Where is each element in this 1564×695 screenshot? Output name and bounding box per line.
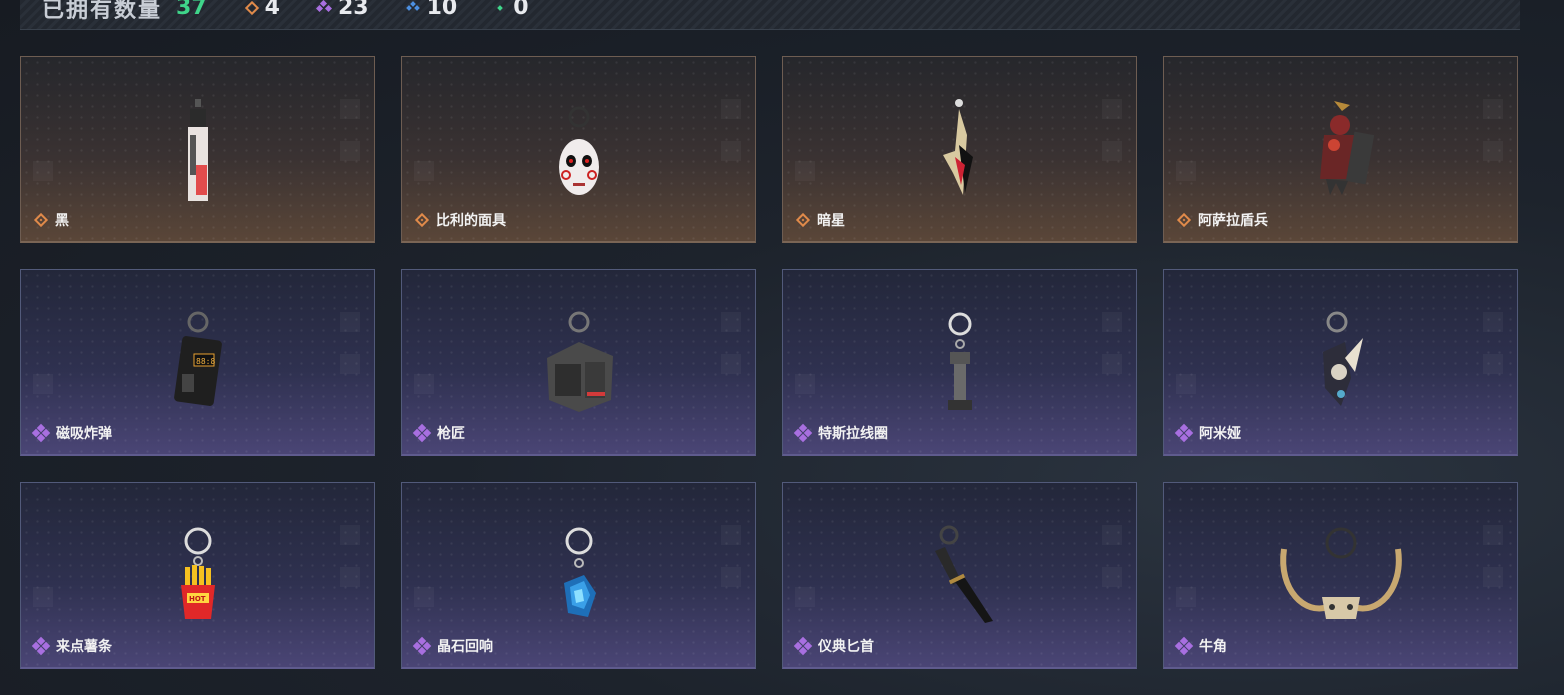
item-name: 牛角 (1199, 639, 1227, 655)
gold-diamond-icon (244, 0, 259, 15)
item-card[interactable]: 黑 (20, 56, 375, 243)
item-label: 仪典匕首 (793, 636, 874, 656)
item-card[interactable]: 特斯拉线圈 (782, 269, 1137, 456)
item-label: 阿米娅 (1174, 423, 1241, 443)
bull-horn-pendant-icon (1279, 527, 1402, 619)
svg-text:HOT: HOT (189, 595, 206, 603)
purple-rarity-icon (793, 636, 813, 656)
gunsmith-case-icon (546, 311, 613, 412)
stat-blue: 10 (405, 0, 458, 20)
dark-star-pendant-icon (942, 99, 973, 195)
purple-rarity-icon (1174, 423, 1194, 443)
purple-rarity-icon (1174, 636, 1194, 656)
asala-shield-soldier-icon (1319, 101, 1374, 195)
gold-rarity-icon (1176, 212, 1192, 228)
item-name: 特斯拉线圈 (818, 426, 888, 442)
gold-rarity-icon (414, 212, 430, 228)
owned-stats-bar: 已拥有数量 37 4 23 10 0 (20, 0, 1520, 30)
stat-green: 0 (493, 0, 529, 20)
green-count: 0 (513, 0, 529, 20)
purple-rarity-icon (31, 423, 51, 443)
item-label: 黑 (33, 210, 69, 230)
item-name: 阿萨拉盾兵 (1198, 213, 1268, 229)
amiya-pendant-icon (1322, 311, 1363, 406)
purple-rarity-icon (793, 423, 813, 443)
item-card[interactable]: 枪匠 (401, 269, 756, 456)
item-card[interactable]: 阿萨拉盾兵 (1163, 56, 1518, 243)
item-name: 黑 (55, 213, 69, 229)
item-card[interactable]: 牛角 (1163, 482, 1518, 669)
item-card[interactable]: 阿米娅 (1163, 269, 1518, 456)
item-card[interactable]: 晶石回响 (401, 482, 756, 669)
owned-count-label: 已拥有数量 (42, 0, 163, 23)
item-name: 磁吸炸弹 (56, 426, 112, 442)
item-label: 比利的面具 (414, 210, 506, 230)
crystal-echo-pendant-icon (563, 527, 596, 617)
item-label: 阿萨拉盾兵 (1176, 210, 1268, 230)
french-fries-pendant-icon: HOT (180, 527, 215, 619)
tesla-coil-icon (947, 312, 972, 410)
gold-count: 4 (264, 0, 280, 20)
owned-total-count: 37 (176, 0, 207, 20)
magnetic-bomb-icon: 88:8 (173, 311, 222, 406)
black-tag-pendant-icon (187, 99, 208, 201)
item-card[interactable]: 仪典匕首 (782, 482, 1137, 669)
item-label: 来点薯条 (31, 636, 112, 656)
stat-purple: 23 (315, 0, 369, 20)
item-card[interactable]: HOT 来点薯条 (20, 482, 375, 669)
purple-rarity-icon (412, 636, 432, 656)
purple-rarity-icon (31, 636, 51, 656)
item-label: 特斯拉线圈 (793, 423, 888, 443)
svg-text:88:8: 88:8 (196, 357, 215, 366)
item-name: 比利的面具 (436, 213, 506, 229)
item-card[interactable]: 比利的面具 (401, 56, 756, 243)
blue-count: 10 (426, 0, 458, 20)
item-name: 来点薯条 (56, 639, 112, 655)
billy-mask-icon (558, 106, 599, 195)
item-name: 仪典匕首 (818, 639, 874, 655)
item-name: 晶石回响 (437, 639, 493, 655)
blue-gem-icon (405, 0, 420, 11)
purple-rarity-icon (412, 423, 432, 443)
item-label: 磁吸炸弹 (31, 423, 112, 443)
item-label: 晶石回响 (412, 636, 493, 656)
purple-count: 23 (337, 0, 369, 20)
gold-rarity-icon (795, 212, 811, 228)
item-label: 牛角 (1174, 636, 1227, 656)
item-name: 枪匠 (437, 426, 465, 442)
item-label: 暗星 (795, 210, 845, 230)
item-card[interactable]: 暗星 (782, 56, 1137, 243)
stat-gold: 4 (244, 0, 280, 20)
gold-rarity-icon (33, 212, 49, 228)
item-name: 暗星 (817, 213, 845, 229)
item-card[interactable]: 88:8 磁吸炸弹 (20, 269, 375, 456)
green-gem-icon (497, 4, 504, 11)
purple-gem-icon (315, 0, 332, 12)
item-label: 枪匠 (412, 423, 465, 443)
ceremonial-dagger-icon (934, 525, 993, 623)
item-name: 阿米娅 (1199, 426, 1241, 442)
